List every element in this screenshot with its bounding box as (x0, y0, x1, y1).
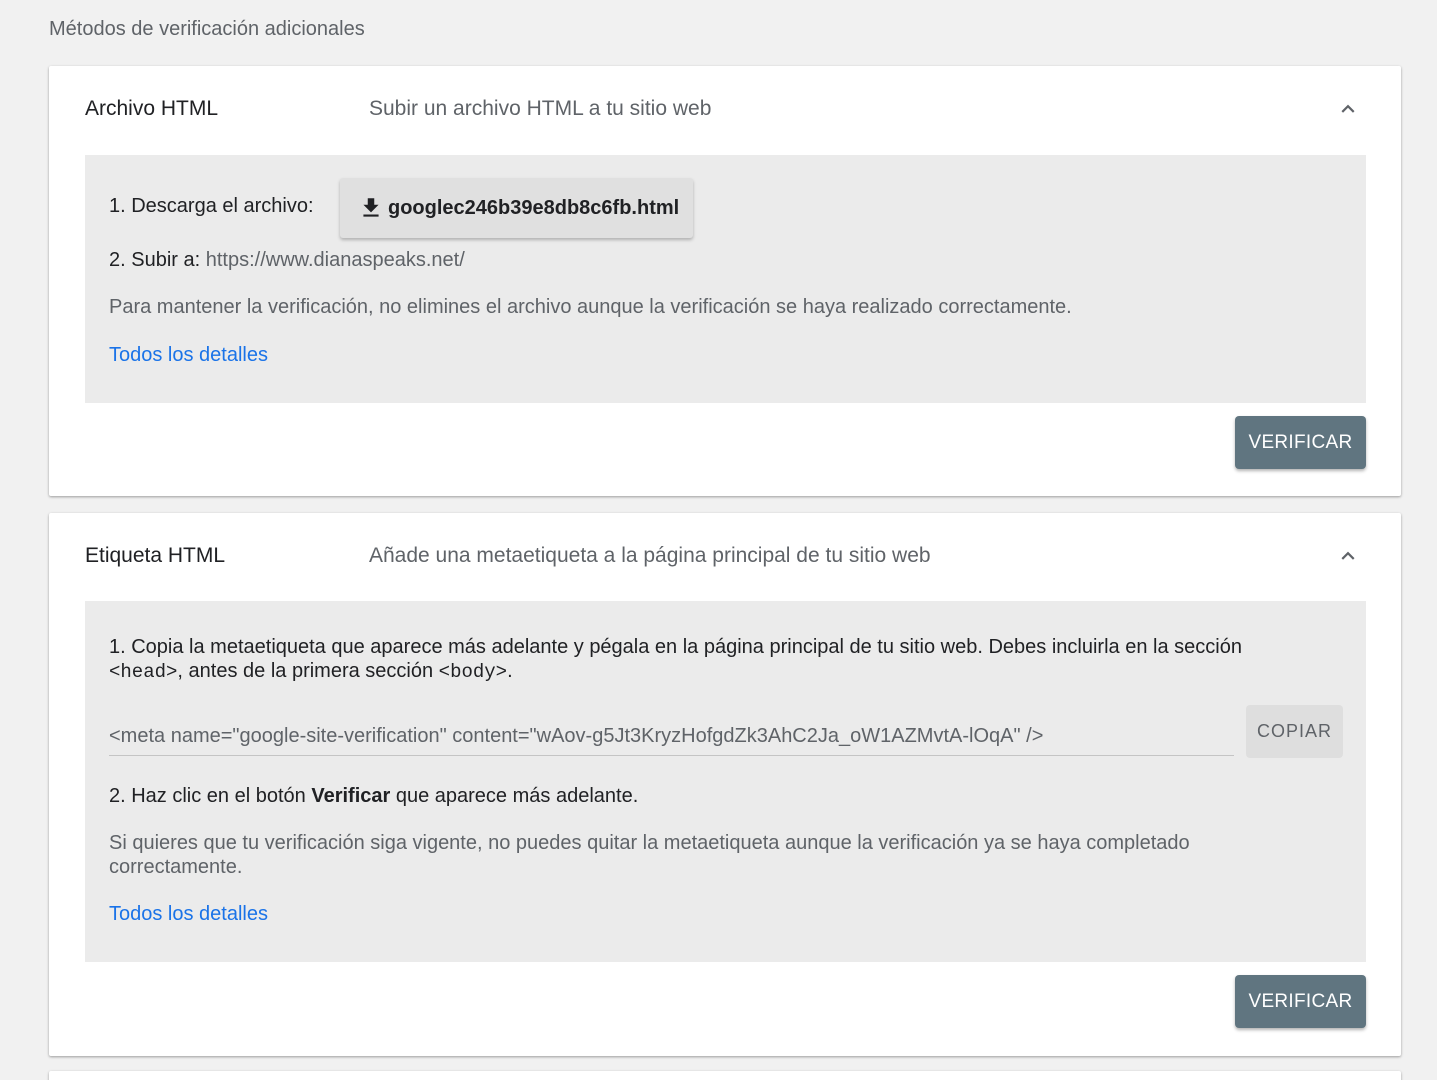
step2-label: 2. Subir a: (109, 249, 201, 271)
step1-text: 1. Copia la metaetiqueta que aparece más… (109, 636, 1242, 658)
step1-label: 1. Descarga el archivo: (109, 195, 314, 217)
step2-prefix: 2. Haz clic en el botón (109, 785, 312, 807)
download-icon (363, 198, 379, 217)
page: Métodos de verificación adicionales Arch… (0, 0, 1437, 1080)
html-tag-instructions-panel: 1. Copia la metaetiqueta que aparece más… (85, 601, 1366, 962)
card-description: Añade una metaetiqueta a la página princ… (369, 544, 931, 567)
html-file-card: Archivo HTML Subir un archivo HTML a tu … (49, 66, 1401, 496)
html-tag-card-header[interactable]: Etiqueta HTML Añade una metaetiqueta a l… (49, 513, 1401, 601)
site-url: https://www.dianaspeaks.net/ (205, 249, 465, 271)
file-name-label: googlec246b39e8db8c6fb.html (388, 196, 680, 219)
card-title: Etiqueta HTML (85, 544, 226, 567)
step2-suffix: que aparece más adelante. (390, 785, 639, 807)
chevron-up-icon[interactable] (1335, 96, 1361, 122)
next-method-card (49, 1071, 1401, 1080)
step1-end: . (507, 660, 513, 682)
details-link[interactable]: Todos los detalles (109, 903, 268, 926)
download-file-button[interactable]: googlec246b39e8db8c6fb.html (340, 178, 693, 238)
card-title: Archivo HTML (85, 97, 219, 120)
keep-tag-note-line2: correctamente. (109, 856, 243, 878)
html-file-card-header[interactable]: Archivo HTML Subir un archivo HTML a tu … (49, 66, 1401, 154)
head-tag-code: <head> (109, 661, 178, 683)
step1-continued: <head>, antes de la primera sección <bod… (109, 660, 513, 683)
body-tag-code: <body> (438, 661, 508, 683)
html-tag-card: Etiqueta HTML Añade una metaetiqueta a l… (49, 513, 1401, 1056)
step2-line: 2. Haz clic en el botón Verificar que ap… (109, 785, 638, 808)
step2-line: 2. Subir a: https://www.dianaspeaks.net/ (109, 249, 465, 272)
step1-middle: , antes de la primera sección (177, 660, 439, 682)
section-title: Métodos de verificación adicionales (49, 18, 365, 40)
step2-bold: Verificar (311, 785, 391, 807)
details-link[interactable]: Todos los detalles (109, 344, 268, 367)
meta-tag-field[interactable]: <meta name="google-site-verification" co… (109, 725, 1234, 756)
copy-button[interactable]: COPIAR (1246, 705, 1343, 758)
keep-file-note: Para mantener la verificación, no elimin… (109, 296, 1072, 318)
html-file-instructions-panel: 1. Descarga el archivo: googlec246b39e8d… (85, 155, 1366, 403)
chevron-up-icon[interactable] (1335, 543, 1361, 569)
verify-button[interactable]: VERIFICAR (1235, 975, 1366, 1028)
verify-button[interactable]: VERIFICAR (1235, 416, 1366, 469)
card-description: Subir un archivo HTML a tu sitio web (369, 97, 712, 120)
keep-tag-note-line1: Si quieres que tu verificación siga vige… (109, 832, 1190, 854)
